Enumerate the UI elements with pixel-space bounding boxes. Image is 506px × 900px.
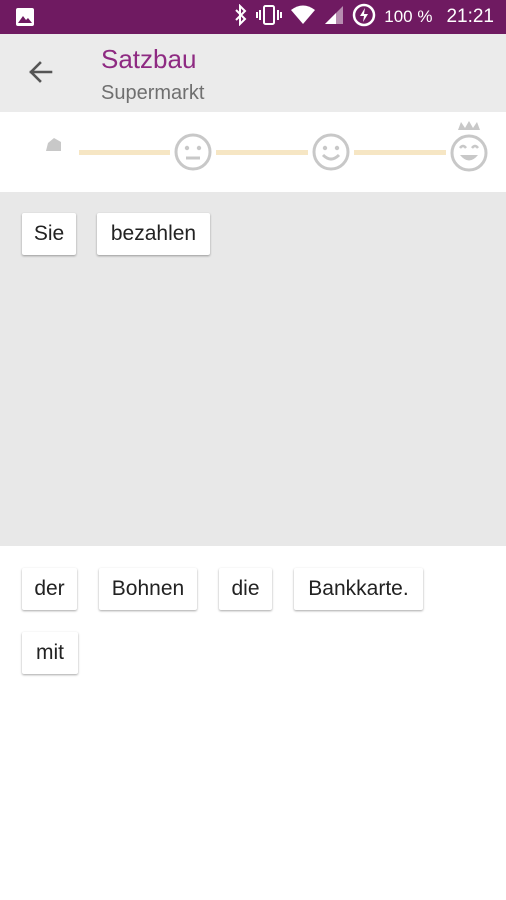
bluetooth-icon: [234, 3, 248, 31]
neutral-face-icon: [173, 132, 213, 177]
page-subtitle: Supermarkt: [101, 82, 205, 104]
progress-segment: [354, 150, 446, 155]
pool-word-chip[interactable]: Bohnen: [99, 568, 197, 610]
crowned-laugh-face-icon: [448, 120, 490, 179]
clock: 21:21: [446, 6, 494, 27]
pool-word-chip[interactable]: der: [22, 568, 77, 610]
answer-word-chip[interactable]: bezahlen: [97, 213, 210, 255]
smile-face-icon: [311, 132, 351, 177]
gallery-icon: [15, 7, 35, 32]
vibrate-icon: [256, 4, 283, 31]
app-bar: Satzbau Supermarkt: [0, 34, 506, 112]
answer-word-chip[interactable]: Sie: [22, 213, 76, 255]
status-bar: 100 % 21:21: [0, 0, 506, 34]
pool-word-chip[interactable]: die: [219, 568, 272, 610]
progress-track: [0, 112, 506, 192]
progress-segment: [216, 150, 308, 155]
back-button[interactable]: [22, 56, 58, 92]
progress-segment: [79, 150, 170, 155]
battery-saver-icon: [352, 3, 376, 32]
signal-icon: [324, 5, 344, 30]
wifi-icon: [290, 5, 316, 30]
progress-marker-icon: [44, 137, 64, 158]
page-title: Satzbau: [101, 44, 197, 74]
pool-word-chip[interactable]: mit: [22, 632, 78, 674]
arrow-back-icon: [27, 59, 53, 90]
answer-area[interactable]: Sie bezahlen: [0, 192, 506, 546]
battery-percent: 100 %: [384, 7, 433, 26]
pool-word-chip[interactable]: Bankkarte.: [294, 568, 423, 610]
word-pool: der Bohnen die Bankkarte. mit: [0, 546, 506, 900]
